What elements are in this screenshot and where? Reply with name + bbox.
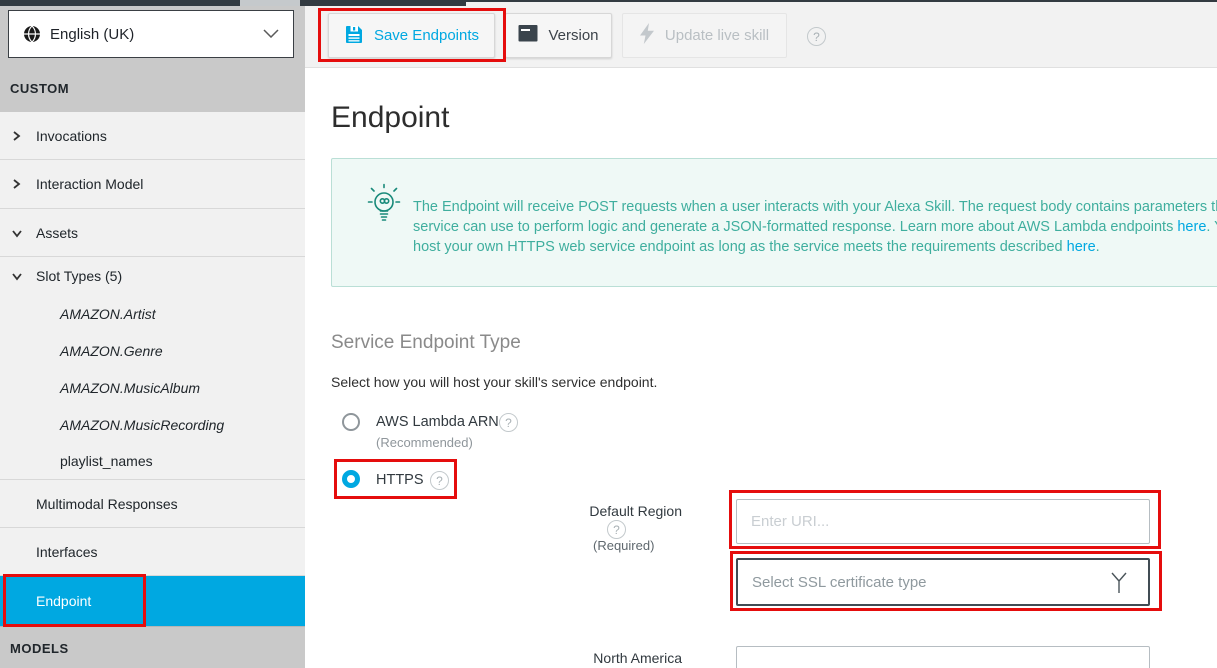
globe-icon [23, 25, 41, 43]
chevron-down-icon [263, 25, 279, 43]
info-line-2: service can use to perform logic and gen… [413, 217, 1217, 237]
help-icon[interactable]: ? [499, 413, 518, 432]
sidebar-item-invocations[interactable]: Invocations [0, 112, 305, 160]
ssl-certificate-select[interactable]: Select SSL certificate type [736, 558, 1150, 606]
update-live-skill-button[interactable]: Update live skill [622, 13, 787, 58]
sidebar-item-slot-types[interactable]: Slot Types (5) [0, 257, 305, 295]
sidebar-item-multimodal-responses[interactable]: Multimodal Responses [0, 480, 305, 528]
ssl-select-placeholder: Select SSL certificate type [752, 574, 927, 591]
save-endpoints-label: Save Endpoints [374, 27, 479, 44]
recommended-label: (Recommended) [376, 435, 473, 450]
north-america-label: North America [540, 650, 682, 666]
browser-tab-sliver [240, 0, 300, 6]
chevron-right-icon [12, 179, 22, 189]
version-label: Version [548, 27, 598, 44]
browser-top-strip-left [0, 0, 466, 6]
requirements-here-link[interactable]: here [1067, 239, 1096, 255]
required-label: (Required) [593, 538, 654, 553]
alexa-developer-console: English (UK) CUSTOM Invocations Interact… [0, 0, 1217, 668]
sidebar-slot-type-item[interactable]: playlist_names [0, 443, 305, 480]
toolbar: Save Endpoints Version Update live skill… [305, 2, 1217, 68]
chevron-down-icon [12, 228, 22, 238]
chevron-right-icon [12, 131, 22, 141]
sidebar-slot-type-item[interactable]: AMAZON.MusicRecording [0, 406, 305, 443]
sidebar-item-interfaces[interactable]: Interfaces [0, 528, 305, 576]
save-endpoints-button[interactable]: Save Endpoints [328, 13, 495, 58]
default-region-label: Default Region [540, 503, 682, 519]
sidebar-item-assets[interactable]: Assets [0, 209, 305, 257]
https-label[interactable]: HTTPS [376, 472, 424, 488]
select-arrow-icon [1108, 570, 1130, 600]
sidebar: English (UK) CUSTOM Invocations Interact… [0, 0, 305, 668]
sidebar-item-endpoint[interactable]: Endpoint [0, 576, 305, 626]
north-america-uri-input[interactable] [736, 646, 1150, 668]
lightning-icon [640, 23, 655, 48]
help-icon[interactable]: ? [807, 27, 826, 46]
info-line-1: The Endpoint will receive POST requests … [413, 197, 1217, 217]
save-icon [344, 24, 364, 48]
custom-section-header: CUSTOM [10, 81, 69, 96]
help-icon[interactable]: ? [430, 471, 449, 490]
sidebar-slot-type-item[interactable]: AMAZON.MusicAlbum [0, 369, 305, 406]
info-line-3: host your own HTTPS web service endpoint… [413, 237, 1217, 257]
models-section-header: MODELS [10, 641, 69, 656]
sidebar-slot-type-item[interactable]: AMAZON.Artist [0, 295, 305, 332]
sidebar-nav: Invocations Interaction Model Assets Slo… [0, 112, 305, 626]
update-live-skill-label: Update live skill [665, 27, 769, 44]
aws-lambda-arn-radio[interactable] [342, 413, 360, 431]
chevron-down-icon [12, 271, 22, 281]
lightbulb-icon [366, 183, 402, 234]
info-box: The Endpoint will receive POST requests … [331, 158, 1217, 287]
help-icon[interactable]: ? [607, 520, 626, 539]
language-selector-value: English (UK) [50, 26, 263, 43]
sidebar-item-interaction-model[interactable]: Interaction Model [0, 160, 305, 209]
version-button[interactable]: Version [505, 13, 612, 58]
info-text: The Endpoint will receive POST requests … [413, 197, 1217, 257]
sidebar-slot-type-item[interactable]: AMAZON.Genre [0, 332, 305, 369]
https-radio[interactable] [342, 470, 360, 488]
language-selector[interactable]: English (UK) [8, 10, 294, 58]
uri-input[interactable] [736, 499, 1150, 544]
lambda-endpoints-here-link[interactable]: here [1177, 219, 1206, 235]
version-archive-icon [518, 25, 538, 46]
section-title: Service Endpoint Type [331, 332, 521, 354]
section-description: Select how you will host your skill's se… [331, 374, 657, 390]
aws-lambda-arn-label[interactable]: AWS Lambda ARN [376, 414, 499, 430]
page-title: Endpoint [331, 101, 449, 135]
